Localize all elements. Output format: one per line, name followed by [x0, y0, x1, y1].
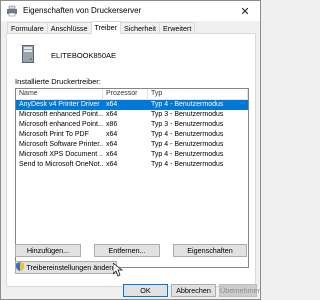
- driver-type: Typ 4 - Benutzermodus: [151, 101, 224, 108]
- title-bar[interactable]: Eigenschaften von Druckerserver ✕: [1, 1, 260, 21]
- add-button[interactable]: Hinzufügen...: [15, 244, 81, 257]
- driver-processor: x64: [106, 131, 118, 138]
- installed-drivers-label: Installierte Druckertreiber:: [15, 77, 101, 86]
- printer-server-icon: [7, 5, 17, 17]
- remove-button[interactable]: Entfernen...: [94, 244, 160, 257]
- ok-button[interactable]: OK: [123, 284, 168, 297]
- drivers-list[interactable]: Name Prozessor Typ AnyDesk v4 Printer Dr…: [15, 88, 249, 268]
- apply-button-label: Übernehmen: [220, 286, 262, 295]
- ok-button-label: OK: [140, 286, 151, 295]
- column-header-type[interactable]: Typ: [148, 89, 248, 100]
- driver-processor: x64: [106, 151, 118, 158]
- column-header-name[interactable]: Name: [16, 89, 103, 100]
- driver-processor: x86: [106, 121, 118, 128]
- properties-button-label: Eigenschaften: [187, 246, 233, 255]
- driver-name: Microsoft enhanced Point...: [19, 121, 103, 128]
- add-button-label: Hinzufügen...: [26, 246, 70, 255]
- driver-row[interactable]: Microsoft Print To PDF x64 Typ 4 - Benut…: [16, 130, 248, 140]
- list-header: Name Prozessor Typ: [16, 89, 248, 100]
- close-button[interactable]: ✕: [230, 1, 260, 21]
- cancel-button[interactable]: Abbrechen: [171, 284, 216, 297]
- column-header-processor[interactable]: Prozessor: [103, 89, 148, 100]
- driver-row[interactable]: AnyDesk v4 Printer Driver x64 Typ 4 - Be…: [16, 100, 248, 110]
- driver-type: Typ 3 - Benutzermodus: [151, 111, 224, 118]
- driver-name: Send to Microsoft OneNot...: [19, 161, 103, 168]
- driver-processor: x64: [106, 101, 118, 108]
- driver-row[interactable]: Microsoft XPS Document ... x64 Typ 4 - B…: [16, 150, 248, 160]
- window-title: Eigenschaften von Druckerserver: [23, 6, 142, 15]
- mouse-pointer-icon: [113, 263, 123, 277]
- tab-treiber[interactable]: Treiber: [90, 21, 122, 34]
- properties-dialog: Eigenschaften von Druckerserver ✕ Formul…: [0, 0, 262, 300]
- driver-processor: x64: [106, 161, 118, 168]
- driver-type: Typ 4 - Benutzermodus: [151, 141, 224, 148]
- driver-name: Microsoft XPS Document ...: [19, 151, 103, 158]
- driver-processor: x64: [106, 141, 118, 148]
- uac-shield-icon: [16, 262, 25, 271]
- server-icon: [22, 45, 34, 63]
- change-driver-settings-button[interactable]: Treibereinstellungen ändern: [15, 261, 117, 274]
- driver-row[interactable]: Microsoft Software Printer... x64 Typ 4 …: [16, 140, 248, 150]
- server-name: ELITEBOOK850AE: [51, 51, 117, 60]
- driver-name: Microsoft Print To PDF: [19, 131, 89, 138]
- driver-type: Typ 4 - Benutzermodus: [151, 151, 224, 158]
- driver-name: Microsoft Software Printer...: [19, 141, 103, 148]
- driver-name: Microsoft enhanced Point...: [19, 111, 103, 118]
- cancel-button-label: Abbrechen: [176, 286, 211, 295]
- change-driver-settings-label: Treibereinstellungen ändern: [26, 263, 116, 272]
- driver-row[interactable]: Microsoft enhanced Point... x86 Typ 3 - …: [16, 120, 248, 130]
- apply-button[interactable]: Übernehmen: [219, 284, 262, 297]
- driver-type: Typ 4 - Benutzermodus: [151, 131, 224, 138]
- driver-row[interactable]: Microsoft enhanced Point... x64 Typ 3 - …: [16, 110, 248, 120]
- remove-button-label: Entfernen...: [108, 246, 146, 255]
- driver-type: Typ 3 - Benutzermodus: [151, 121, 224, 128]
- driver-row[interactable]: Send to Microsoft OneNot... x64 Typ 4 - …: [16, 160, 248, 170]
- properties-button[interactable]: Eigenschaften: [173, 244, 247, 257]
- driver-type: Typ 4 - Benutzermodus: [151, 161, 224, 168]
- driver-name: AnyDesk v4 Printer Driver: [19, 101, 100, 108]
- driver-processor: x64: [106, 111, 118, 118]
